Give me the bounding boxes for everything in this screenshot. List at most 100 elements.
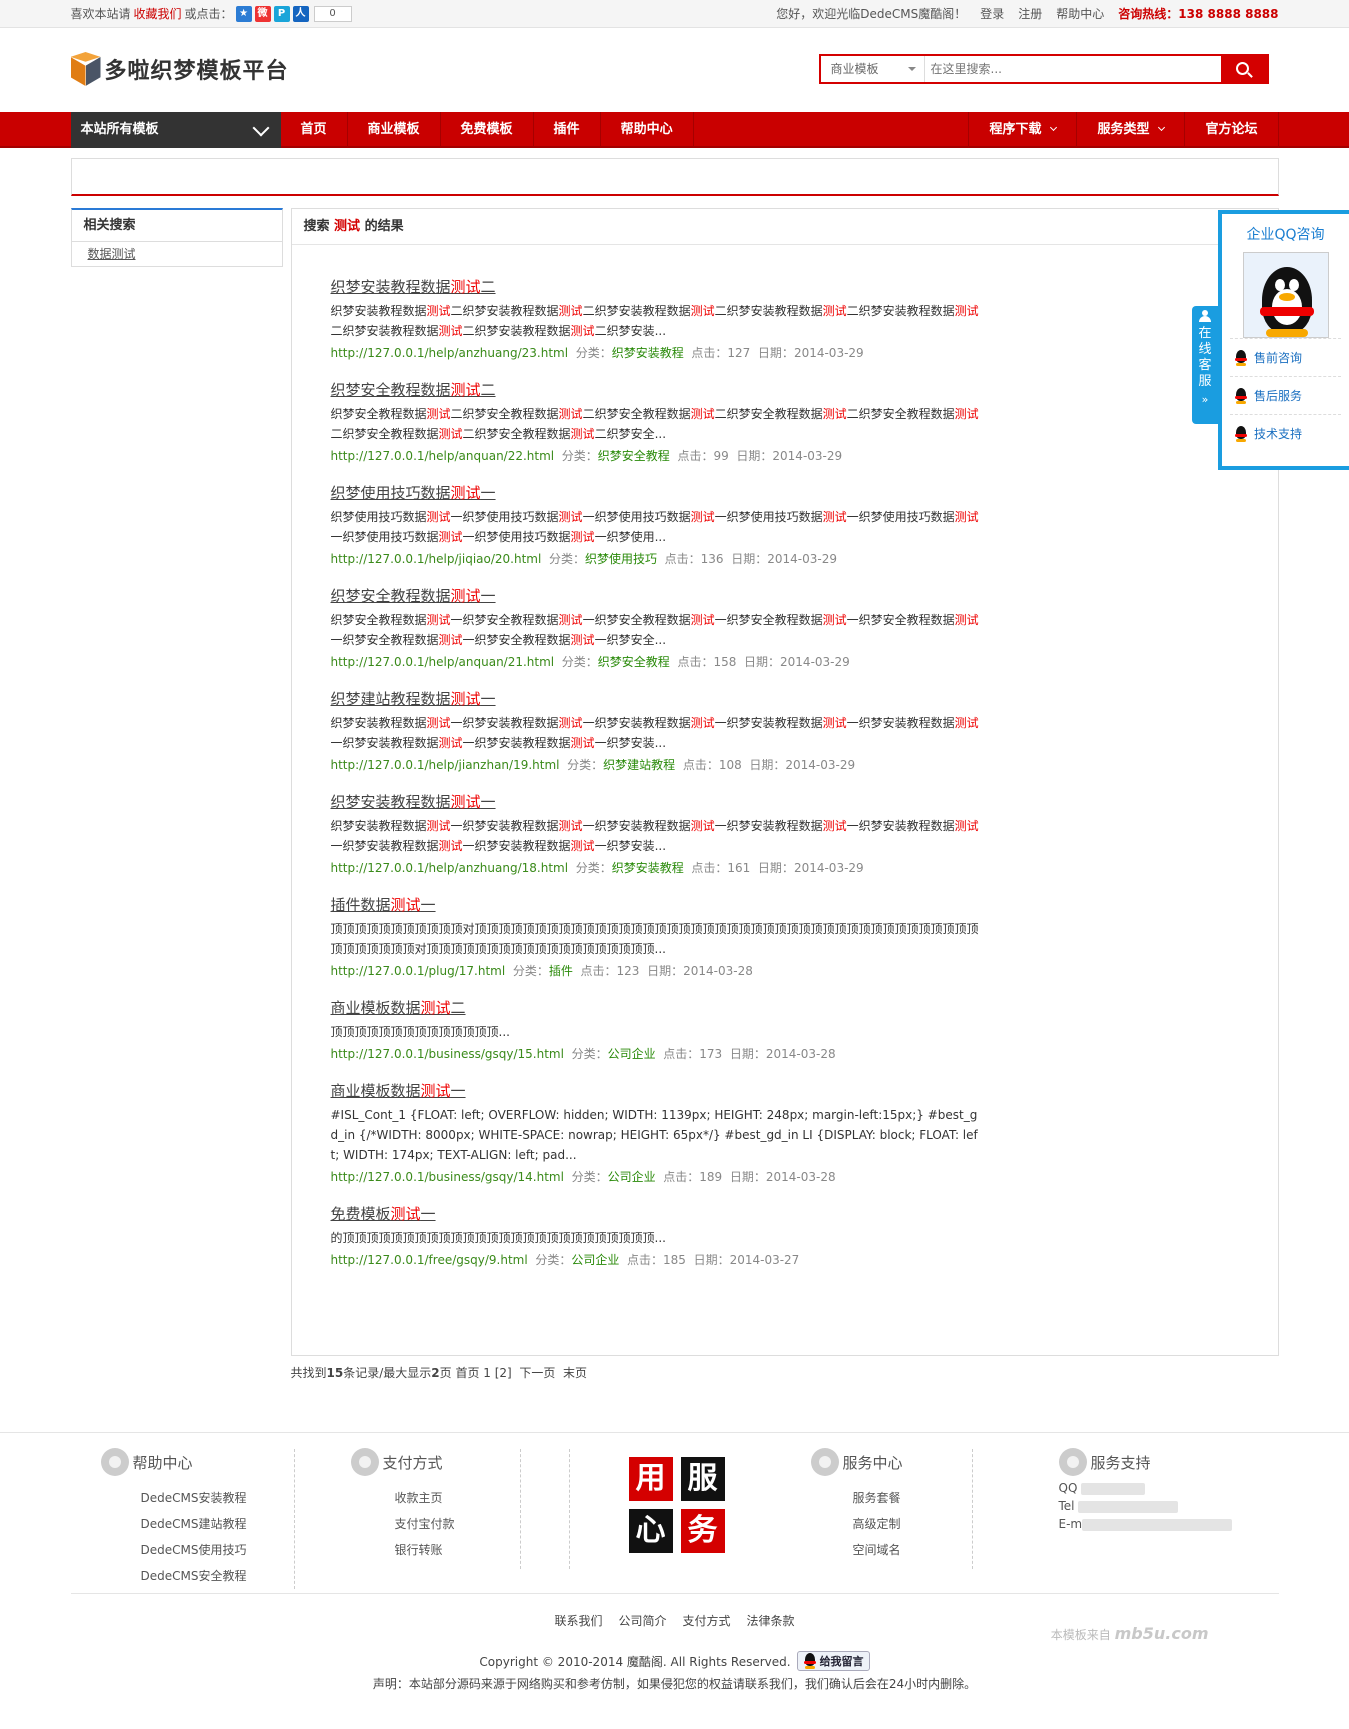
qzone-share-icon[interactable]: ★: [235, 6, 252, 22]
blurred-value: [1078, 1500, 1179, 1513]
all-templates-menu[interactable]: 本站所有模板: [70, 112, 281, 148]
result-desc-text: 织梦安全教程数据: [330, 613, 427, 627]
result-desc-text: 一织梦安装...: [594, 839, 667, 853]
nav-item-free-templates[interactable]: 免费模板: [441, 112, 534, 148]
result-desc-keyword: 测试: [570, 427, 595, 441]
nav-item-help-center[interactable]: 帮助中心: [601, 112, 694, 148]
result-category-link[interactable]: 织梦安全教程: [598, 449, 670, 463]
footer-service-link[interactable]: 服务套餐: [853, 1485, 972, 1511]
last-page-link[interactable]: 末页: [563, 1366, 587, 1380]
result-desc-keyword: 测试: [954, 613, 979, 627]
result-title-link[interactable]: 插件数据测试一: [331, 895, 436, 915]
register-link[interactable]: 注册: [1018, 0, 1042, 28]
result-url-link[interactable]: http://127.0.0.1/free/gsqy/9.html: [331, 1253, 528, 1267]
search-result-item: 织梦建站教程数据测试一织梦安装教程数据测试一织梦安装教程数据测试一织梦安装教程数…: [331, 689, 981, 775]
result-desc-text: 二织梦安全教程数据: [846, 407, 955, 421]
result-title-link[interactable]: 织梦使用技巧数据测试一: [331, 483, 496, 503]
nav-item-business-templates[interactable]: 商业模板: [348, 112, 441, 148]
result-url-link[interactable]: http://127.0.0.1/help/anquan/22.html: [331, 449, 555, 463]
qq-presales-link[interactable]: 售前咨询: [1230, 338, 1341, 376]
result-title-text: 织梦使用技巧数据: [330, 484, 451, 502]
footer-payment-link[interactable]: 收款主页: [395, 1485, 520, 1511]
search-result-item: 织梦安全教程数据测试一 织梦安全教程数据测试一织梦安全教程数据测试一织梦安全教程数…: [331, 586, 981, 672]
search-category-select[interactable]: 商业模板: [820, 56, 925, 82]
footer-link-terms[interactable]: 法律条款: [747, 1612, 795, 1629]
result-category-link[interactable]: 公司企业: [608, 1170, 656, 1184]
site-logo[interactable]: 多啦织梦模板平台: [70, 52, 289, 86]
online-service-tab[interactable]: 在线客服 »: [1192, 306, 1218, 424]
footer-help-link[interactable]: DedeCMS安装教程: [141, 1485, 294, 1511]
result-title-link[interactable]: 织梦安装教程数据测试二: [331, 277, 496, 297]
result-desc-keyword: 测试: [822, 613, 847, 627]
footer-payment-link[interactable]: 银行转账: [395, 1537, 520, 1563]
search-button[interactable]: [1220, 56, 1267, 82]
result-desc-text: 二织梦安装...: [594, 324, 667, 338]
favorite-link[interactable]: 收藏我们: [134, 0, 182, 28]
result-url-link[interactable]: http://127.0.0.1/help/anquan/21.html: [331, 655, 555, 669]
result-date-value: 2014-03-28: [765, 1047, 836, 1061]
result-desc-text: 织梦安装教程数据: [330, 304, 427, 318]
result-category-link[interactable]: 公司企业: [571, 1253, 619, 1267]
help-center-link[interactable]: 帮助中心: [1056, 0, 1104, 28]
footer-payment-link[interactable]: 支付宝付款: [395, 1511, 520, 1537]
result-category-link[interactable]: 插件: [549, 964, 573, 978]
footer-link-contact[interactable]: 联系我们: [554, 1612, 602, 1629]
footer-service-link[interactable]: 高级定制: [853, 1511, 972, 1537]
result-url-link[interactable]: http://127.0.0.1/help/anzhuang/18.html: [331, 861, 569, 875]
footer-link-payment[interactable]: 支付方式: [683, 1612, 731, 1629]
result-url-link[interactable]: http://127.0.0.1/business/gsqy/15.html: [331, 1047, 564, 1061]
nav-item-plugins[interactable]: 插件: [534, 112, 601, 148]
result-title-link[interactable]: 免费模板测试一: [331, 1204, 436, 1224]
footer-service-column: 服务中心 服务套餐 高级定制 空间域名: [810, 1448, 973, 1569]
weibo-share-icon[interactable]: 微: [254, 6, 271, 22]
nav-item-forum[interactable]: 官方论坛: [1185, 112, 1279, 148]
footer-link-about[interactable]: 公司简介: [618, 1612, 666, 1629]
result-url-link[interactable]: http://127.0.0.1/business/gsqy/14.html: [331, 1170, 564, 1184]
result-title-link[interactable]: 织梦安装教程数据测试一: [331, 792, 496, 812]
result-category-link[interactable]: 织梦建站教程: [603, 758, 675, 772]
search-result-item: 商业模板数据测试一 #ISL_Cont_1 {FLOAT: left; OVERF…: [331, 1081, 981, 1187]
qq-aftersales-link[interactable]: 售后服务: [1230, 376, 1341, 414]
result-url-link[interactable]: http://127.0.0.1/help/jiqiao/20.html: [331, 552, 542, 566]
result-url-link[interactable]: http://127.0.0.1/help/anzhuang/23.html: [331, 346, 569, 360]
result-title-link[interactable]: 商业模板数据测试二: [331, 998, 466, 1018]
result-desc-keyword: 测试: [558, 819, 583, 833]
result-description: 织梦安装教程数据测试一织梦安装教程数据测试一织梦安装教程数据测试一织梦安装教程数…: [331, 713, 981, 753]
result-title-text: 一: [420, 1205, 436, 1223]
renren-share-icon[interactable]: 人: [292, 6, 309, 22]
result-url-link[interactable]: http://127.0.0.1/plug/17.html: [331, 964, 506, 978]
qq-penguin-avatar: [1242, 252, 1329, 338]
result-category-link[interactable]: 公司企业: [608, 1047, 656, 1061]
footer-help-link[interactable]: DedeCMS安全教程: [141, 1563, 294, 1589]
qq-tech-support-link[interactable]: 技术支持: [1230, 414, 1341, 452]
results-heading: 搜索 测试 的结果: [291, 209, 1278, 245]
login-link[interactable]: 登录: [980, 0, 1004, 28]
search-result-item: 商业模板数据测试二 顶顶顶顶顶顶顶顶顶顶顶顶顶顶... http://127.0.0…: [331, 998, 981, 1064]
result-title-link[interactable]: 商业模板数据测试一: [331, 1081, 466, 1101]
related-search-link[interactable]: 数据测试: [72, 242, 282, 266]
next-page-link[interactable]: 下一页: [519, 1366, 555, 1380]
nav-item-service-types[interactable]: 服务类型: [1077, 112, 1186, 148]
footer-help-link[interactable]: DedeCMS建站教程: [141, 1511, 294, 1537]
result-date-value: 2014-03-29: [780, 655, 850, 669]
result-url-link[interactable]: http://127.0.0.1/help/jianzhan/19.html: [331, 758, 560, 772]
leave-message-button[interactable]: 给我留言: [796, 1651, 870, 1671]
nav-item-downloads[interactable]: 程序下载: [969, 112, 1078, 148]
search-input[interactable]: [924, 56, 1221, 82]
footer-service-link[interactable]: 空间域名: [853, 1537, 972, 1563]
result-category-link[interactable]: 织梦安全教程: [598, 655, 670, 669]
result-category-link[interactable]: 织梦使用技巧: [585, 552, 657, 566]
result-title-link[interactable]: 织梦安全教程数据测试一: [331, 586, 496, 606]
logo-text: 多啦织梦模板平台: [104, 59, 289, 84]
result-title-link[interactable]: 织梦建站教程数据测试一: [331, 689, 496, 709]
result-desc-text: 一织梦安装教程数据: [462, 736, 571, 750]
result-title-link[interactable]: 织梦安全教程数据测试二: [331, 380, 496, 400]
nav-item-home[interactable]: 首页: [281, 112, 348, 148]
result-category-link[interactable]: 织梦安装教程: [612, 861, 684, 875]
result-category-link[interactable]: 织梦安装教程: [612, 346, 684, 360]
result-clicks-label: 点击：: [682, 758, 719, 772]
tencent-weibo-share-icon[interactable]: P: [273, 6, 290, 22]
footer-help-link[interactable]: DedeCMS使用技巧: [141, 1537, 294, 1563]
result-category-label: 分类：: [571, 1047, 608, 1061]
result-date-label: 日期：: [757, 861, 794, 875]
